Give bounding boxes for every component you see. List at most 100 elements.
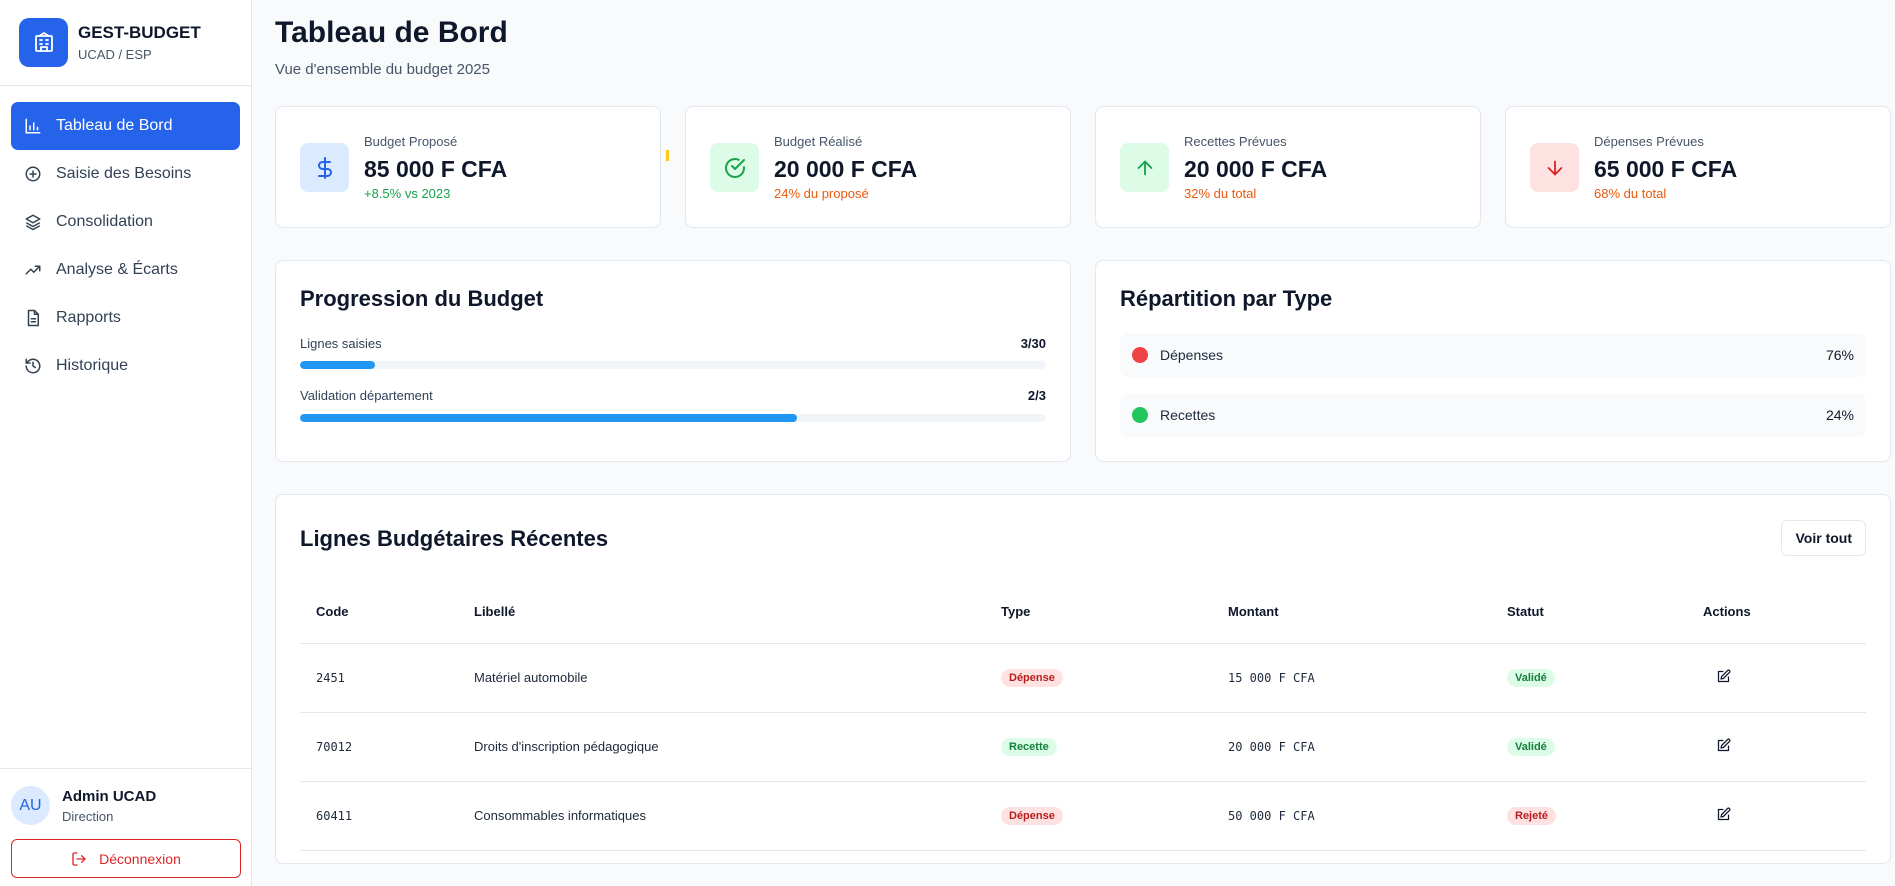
user-name: Admin UCAD — [62, 787, 157, 805]
progress-bar-lignes-saisies — [300, 361, 1046, 369]
stat-label: Recettes Prévues — [1184, 134, 1287, 149]
recent-title: Lignes Budgétaires Récentes — [300, 526, 609, 551]
stat-value: 65 000 F CFA — [1594, 156, 1738, 182]
arrow-up-icon — [1120, 143, 1169, 192]
repartition-row-recettes: Recettes 24% — [1120, 393, 1866, 437]
cell-code: 2451 — [300, 643, 458, 713]
stat-card-recettes-prevues: Recettes Prévues 20 000 F CFA 32% du tot… — [1095, 106, 1481, 228]
cell-code: 70012 — [300, 712, 458, 782]
type-badge: Dépense — [1001, 668, 1063, 687]
brand-header: GEST-BUDGET UCAD / ESP — [0, 0, 251, 86]
sidebar-item-label: Analyse & Écarts — [56, 261, 178, 278]
sidebar-item-label: Historique — [56, 357, 129, 374]
sidebar-item-consolidation[interactable]: Consolidation — [11, 198, 240, 246]
sidebar-item-analyse-ecarts[interactable]: Analyse & Écarts — [11, 246, 240, 294]
stat-label: Budget Proposé — [364, 134, 458, 149]
green-dot-icon — [1132, 407, 1148, 423]
column-header: Statut — [1491, 581, 1687, 644]
stat-label: Budget Réalisé — [774, 134, 863, 149]
progress-fill — [300, 361, 375, 369]
sidebar-item-label: Saisie des Besoins — [56, 165, 192, 182]
stat-card-budget-realise: Budget Réalisé 20 000 F CFA 24% du propo… — [685, 106, 1071, 228]
avatar: AU — [11, 786, 50, 825]
column-header: Code — [300, 581, 458, 644]
repartition-row-depenses: Dépenses 76% — [1120, 333, 1866, 377]
status-badge: Validé — [1507, 737, 1555, 756]
column-header: Actions — [1687, 581, 1866, 644]
sidebar: GEST-BUDGET UCAD / ESP Tableau de Bord S… — [0, 0, 252, 886]
stat-note: 24% du proposé — [774, 186, 869, 201]
bar-chart-icon — [23, 116, 43, 136]
repartition-label: Recettes — [1160, 407, 1216, 423]
sidebar-item-rapports[interactable]: Rapports — [11, 294, 240, 342]
type-badge: Dépense — [1001, 806, 1063, 825]
plus-circle-icon — [23, 164, 43, 184]
stat-note: 68% du total — [1594, 186, 1667, 201]
stat-value: 85 000 F CFA — [364, 156, 508, 182]
sidebar-footer: AU Admin UCAD Direction Déconnexion — [0, 768, 252, 886]
cell-libelle: Droits d'inscription pédagogique — [458, 712, 985, 782]
check-circle-icon — [710, 143, 759, 192]
sidebar-nav: Tableau de Bord Saisie des Besoins Conso… — [0, 86, 251, 390]
status-badge: Rejeté — [1507, 806, 1557, 825]
status-badge: Validé — [1507, 668, 1555, 687]
cell-montant: 15 000 F CFA — [1212, 643, 1491, 713]
highlight-marker — [666, 150, 669, 161]
stat-value: 20 000 F CFA — [1184, 156, 1328, 182]
layers-icon — [23, 212, 43, 232]
app-subtitle: UCAD / ESP — [78, 47, 152, 62]
trending-up-icon — [23, 260, 43, 280]
logout-icon — [71, 851, 87, 867]
logout-button[interactable]: Déconnexion — [11, 839, 241, 878]
logout-label: Déconnexion — [99, 850, 181, 867]
sidebar-item-historique[interactable]: Historique — [11, 342, 240, 390]
cell-libelle: Matériel automobile — [458, 643, 985, 713]
table-row: 70012 Droits d'inscription pédagogique R… — [300, 712, 1866, 782]
progress-label: Validation département — [300, 388, 433, 403]
column-header: Type — [985, 581, 1212, 644]
progress-fill — [300, 414, 798, 422]
edit-icon[interactable] — [1716, 669, 1731, 684]
stat-card-depenses-prevues: Dépenses Prévues 65 000 F CFA 68% du tot… — [1505, 106, 1891, 228]
sidebar-item-label: Tableau de Bord — [56, 117, 173, 134]
repartition-pct: 24% — [1825, 407, 1854, 423]
table-row: 2451 Matériel automobile Dépense 15 000 … — [300, 643, 1866, 713]
arrow-down-icon — [1530, 143, 1579, 192]
app-title: GEST-BUDGET — [78, 23, 201, 42]
stat-label: Dépenses Prévues — [1594, 134, 1704, 149]
red-dot-icon — [1132, 347, 1148, 363]
column-header: Montant — [1212, 581, 1491, 644]
repartition-pct: 76% — [1825, 347, 1854, 363]
stat-value: 20 000 F CFA — [774, 156, 918, 182]
progress-label: Lignes saisies — [300, 336, 382, 351]
cell-libelle: Consommables informatiques — [458, 781, 985, 851]
type-badge: Recette — [1001, 737, 1057, 756]
file-text-icon — [23, 308, 43, 328]
cell-montant: 20 000 F CFA — [1212, 712, 1491, 782]
progress-bar-validation — [300, 414, 1046, 422]
cell-code: 60411 — [300, 781, 458, 851]
progress-panel: Progression du Budget Lignes saisies 3/3… — [275, 260, 1071, 462]
edit-icon[interactable] — [1716, 807, 1731, 822]
view-all-button[interactable]: Voir tout — [1781, 520, 1866, 556]
progress-title: Progression du Budget — [300, 286, 544, 311]
stat-card-budget-propose: Budget Proposé 85 000 F CFA +8.5% vs 202… — [275, 106, 661, 228]
repartition-panel: Répartition par Type Dépenses 76% Recett… — [1095, 260, 1891, 462]
repartition-label: Dépenses — [1160, 347, 1224, 363]
building-icon — [19, 18, 68, 67]
cell-montant: 50 000 F CFA — [1212, 781, 1491, 851]
sidebar-item-label: Rapports — [56, 309, 121, 326]
column-header: Libellé — [458, 581, 985, 644]
repartition-title: Répartition par Type — [1120, 286, 1333, 311]
stat-note: +8.5% vs 2023 — [364, 186, 451, 201]
progress-count: 2/3 — [1027, 388, 1046, 403]
page-title: Tableau de Bord — [275, 16, 508, 49]
history-icon — [23, 356, 43, 376]
dollar-icon — [300, 143, 349, 192]
edit-icon[interactable] — [1716, 738, 1731, 753]
user-role: Direction — [62, 808, 114, 824]
recent-lines-panel: Lignes Budgétaires Récentes Voir tout Co… — [275, 494, 1891, 864]
sidebar-item-tableau-de-bord[interactable]: Tableau de Bord — [11, 102, 240, 150]
table-row: 60411 Consommables informatiques Dépense… — [300, 781, 1866, 851]
sidebar-item-saisie-des-besoins[interactable]: Saisie des Besoins — [11, 150, 240, 198]
